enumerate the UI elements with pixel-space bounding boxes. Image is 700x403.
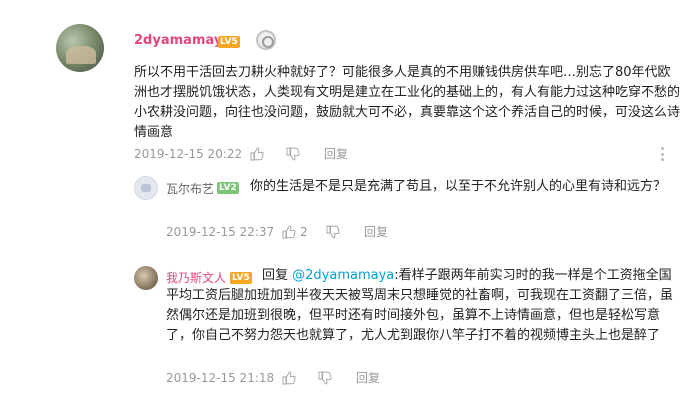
avatar[interactable] — [134, 266, 158, 290]
dislike-button[interactable] — [286, 147, 300, 165]
level-badge: LV2 — [217, 182, 239, 194]
thumb-up-icon[interactable] — [282, 225, 296, 239]
reply-prefix: 回复 — [262, 268, 293, 283]
reply-button[interactable]: 回复 — [356, 370, 380, 386]
comment-time: 2019-12-15 20:22 — [134, 147, 243, 161]
reply-meta: 2019-12-15 21:18 回复 — [166, 370, 686, 386]
dislike-button[interactable] — [318, 371, 332, 389]
reply-time: 2019-12-15 21:18 — [166, 371, 275, 385]
avatar[interactable] — [56, 24, 104, 72]
reply-button[interactable]: 回复 — [324, 146, 348, 162]
reply-text: 回复 @2dyamamaya:看样子跟两年前实习时的我一样是个工资拖全国平均工资… — [166, 266, 682, 346]
like-button[interactable] — [282, 371, 296, 389]
level-badge: LV5 — [218, 36, 240, 48]
reply-time: 2019-12-15 22:37 — [166, 225, 275, 239]
mention-link[interactable]: @2dyamamaya — [292, 268, 394, 283]
comment-main: 2dyamamaya LV5 所以不用干活回去刀耕火种就好了？可能很多人是真的不… — [0, 0, 700, 170]
like-button[interactable] — [250, 147, 264, 165]
thumb-up-icon[interactable] — [250, 147, 264, 161]
thumb-up-icon[interactable] — [282, 371, 296, 385]
thumb-down-icon[interactable] — [326, 225, 340, 239]
avatar[interactable] — [134, 176, 158, 200]
reply-button[interactable]: 回复 — [364, 224, 388, 240]
thumb-down-icon[interactable] — [286, 147, 300, 161]
dislike-button[interactable] — [326, 225, 340, 243]
like-count: 2 — [300, 225, 308, 239]
comment-text: 所以不用干活回去刀耕火种就好了？可能很多人是真的不用赚钱供房供车吧…别忘了80年… — [134, 65, 681, 140]
medal-icon — [256, 30, 276, 50]
more-icon[interactable] — [660, 147, 664, 161]
comment-meta: 2019-12-15 20:22 回复 — [134, 146, 694, 162]
comment-username[interactable]: 2dyamamaya — [134, 33, 231, 48]
reply-body: :看样子跟两年前实习时的我一样是个工资拖全国平均工资后腿加班加到半夜天天被骂周末… — [166, 268, 674, 343]
reply-username[interactable]: 瓦尔布艺 — [166, 180, 214, 197]
like-button[interactable] — [282, 225, 296, 243]
reply-text: 你的生活是不是只是充满了苟且，以至于不允许别人的心里有诗和远方？ — [250, 179, 667, 194]
thumb-down-icon[interactable] — [318, 371, 332, 385]
reply-meta: 2019-12-15 22:37 2 回复 — [166, 224, 686, 240]
